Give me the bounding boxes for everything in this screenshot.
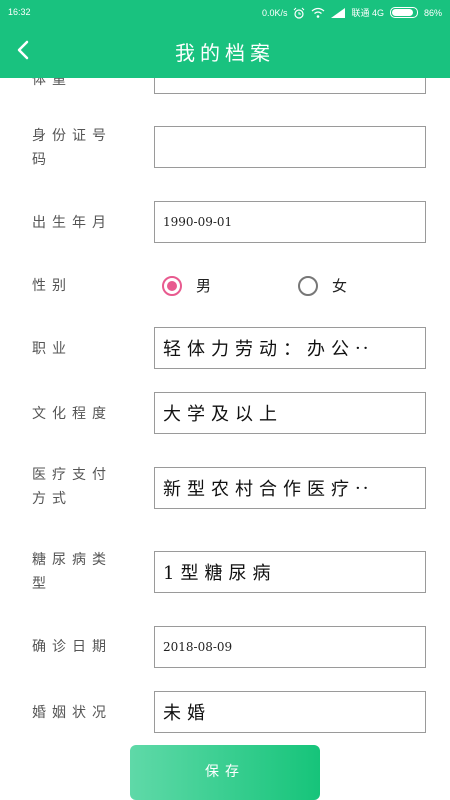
- marriage-label: 婚姻状况: [32, 705, 112, 721]
- weight-field[interactable]: 60.0: [154, 78, 426, 94]
- status-bar: 16:32 0.0K/s 联通 4G 86%: [0, 0, 450, 24]
- payment-field[interactable]: 新型农村合作医疗 ··: [154, 467, 426, 509]
- id-field[interactable]: [154, 126, 426, 168]
- job-value: 轻体力劳动：办公: [163, 339, 355, 360]
- gender-male-label: 男: [196, 277, 212, 295]
- marriage-field[interactable]: 未婚: [154, 691, 426, 733]
- job-field[interactable]: 轻体力劳动：办公 ··: [154, 327, 426, 369]
- birth-field[interactable]: 1990-09-01: [154, 201, 426, 243]
- education-field[interactable]: 大学及以上: [154, 392, 426, 434]
- radio-unselected-icon[interactable]: [298, 275, 318, 296]
- profile-form[interactable]: 体重 60.0 身份证号码 出生年月 1990-09-01 性别 男 女 职业 …: [0, 78, 450, 800]
- payment-label: 医疗支付方式: [32, 467, 112, 507]
- diagnosis-field[interactable]: 2018-08-09: [154, 626, 426, 668]
- gender-label: 性别: [32, 278, 72, 294]
- radio-selected-icon[interactable]: [162, 275, 182, 296]
- carrier: 联通 4G: [351, 8, 384, 18]
- diabetes-label: 糖尿病类型: [32, 552, 112, 592]
- education-label: 文化程度: [32, 406, 112, 422]
- status-right: 0.0K/s 联通 4G 86%: [262, 6, 442, 19]
- signal-icon: [331, 7, 346, 18]
- diabetes-field[interactable]: 1型糖尿病: [154, 551, 426, 593]
- save-button[interactable]: 保存: [130, 745, 320, 800]
- birth-label: 出生年月: [32, 215, 112, 231]
- gender-female-option[interactable]: 女: [298, 275, 347, 296]
- app-bar: 我的档案: [0, 24, 450, 78]
- wifi-icon: [312, 7, 325, 18]
- diagnosis-label: 确诊日期: [32, 639, 112, 655]
- id-label: 身份证号码: [32, 128, 112, 168]
- gender-female-label: 女: [332, 277, 348, 295]
- page-title: 我的档案: [175, 41, 275, 65]
- battery-icon: [389, 7, 418, 18]
- status-time: 16:32: [8, 7, 31, 17]
- alarm-icon: [294, 7, 305, 19]
- gender-male-option[interactable]: 男: [162, 275, 211, 296]
- payment-value: 新型农村合作医疗: [163, 479, 355, 500]
- job-label: 职业: [32, 341, 72, 357]
- weight-label: 体重: [32, 78, 72, 88]
- battery-text: 86%: [423, 7, 442, 18]
- net-speed: 0.0K/s: [261, 7, 288, 18]
